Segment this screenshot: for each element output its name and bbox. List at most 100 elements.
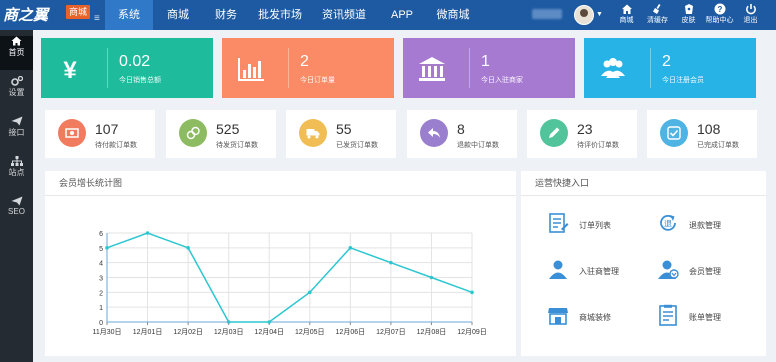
logo[interactable]: 商之翼 [3, 3, 61, 27]
order-label: 已完成订单数 [697, 142, 739, 149]
sidebar-item-home[interactable]: 首页 [0, 36, 33, 70]
data-point [186, 246, 190, 250]
reply-icon [428, 128, 440, 138]
quick-entry-bill[interactable]: 账单管理 [637, 294, 747, 340]
user-name-blurred[interactable] [532, 9, 562, 19]
order-icon-badge [660, 119, 688, 147]
member-icon [658, 260, 679, 279]
x-tick-label: 12月07日 [376, 328, 406, 336]
nav-tab-finance[interactable]: 财务 [203, 0, 249, 30]
sidebar-item-settings[interactable]: 设置 [0, 76, 33, 110]
nav-tab-app[interactable]: APP [377, 0, 427, 30]
users-icon [601, 58, 625, 78]
order-value: 107 [95, 121, 119, 137]
stat-card-merchants[interactable]: 1 今日入驻商家 [403, 38, 575, 98]
order-card-shipped[interactable]: 55 已发货订单数 [286, 110, 396, 158]
order-card-unpaid[interactable]: 107 待付款订单数 [45, 110, 155, 158]
paper-plane-icon [11, 116, 22, 126]
refund-icon: 退 [660, 214, 676, 231]
order-card-to-ship[interactable]: 525 待发货订单数 [166, 110, 276, 158]
order-card-refunding[interactable]: 8 退款中订单数 [407, 110, 517, 158]
y-tick-label: 2 [99, 290, 103, 297]
yen-icon: ¥ [63, 57, 77, 84]
stat-value: 1 [481, 53, 490, 70]
quick-entry-label: 会员管理 [689, 267, 721, 276]
sidebar-item-api[interactable]: 接口 [0, 116, 33, 150]
home-icon [621, 4, 632, 14]
stat-label: 今日入驻商家 [481, 77, 523, 84]
x-tick-label: 12月05日 [295, 328, 325, 336]
svg-text:?: ? [717, 5, 722, 14]
data-point [429, 275, 434, 280]
tool-skin[interactable]: 皮肤 [673, 0, 704, 30]
y-tick-label: 6 [99, 231, 103, 238]
menu-toggle-icon[interactable]: ≡ [94, 14, 102, 24]
nav-tab-wechat-mall[interactable]: 微商城 [427, 0, 479, 30]
order-value: 525 [216, 121, 240, 137]
panel-title: 会员增长统计图 [45, 171, 516, 196]
order-value: 23 [577, 121, 593, 137]
y-tick-label: 1 [99, 305, 103, 312]
data-point [105, 246, 109, 250]
nav-tab-system[interactable]: 系统 [105, 0, 153, 30]
bank-icon [419, 57, 445, 81]
quick-entry-merchant[interactable]: 入驻商管理 [527, 248, 637, 294]
tool-help[interactable]: ? 帮助中心 [704, 0, 735, 30]
tool-mall[interactable]: 商城 [611, 0, 642, 30]
x-tick-label: 11月30日 [92, 328, 121, 336]
order-card-completed[interactable]: 108 已完成订单数 [647, 110, 757, 158]
sidebar-item-sites[interactable]: 站点 [0, 156, 33, 190]
stat-card-sales[interactable]: ¥ 0.02 今日销售总额 [41, 38, 213, 98]
quick-entry-label: 订单列表 [579, 221, 611, 230]
quick-entry-refund[interactable]: 退 退款管理 [637, 202, 747, 248]
order-list-icon [549, 213, 569, 233]
order-label: 待发货订单数 [216, 142, 258, 149]
stat-card-members[interactable]: 2 今日注册会员 [584, 38, 756, 98]
tool-mall-label: 商城 [619, 17, 634, 24]
stat-value: 0.02 [119, 53, 151, 70]
main-content: ¥ 0.02 今日销售总额 2 今日订单量 1 今日入驻商家 2 今日注册会员 … [33, 30, 776, 362]
avatar[interactable] [574, 5, 594, 25]
growth-line-chart[interactable]: 0 1 2 3 4 5 6 11月30日 12月01日 12月02日 12月03日 12月04日 12月… [45, 196, 516, 356]
main-nav: 系统 商城 财务 批发市场 资讯频道 APP 微商城 [105, 0, 479, 30]
order-icon-badge [420, 119, 448, 147]
merchant-icon [549, 260, 567, 279]
chevron-down-icon[interactable]: ▼ [596, 11, 603, 18]
data-point [470, 290, 474, 295]
tool-logout[interactable]: 退出 [735, 0, 766, 30]
quick-entry-panel: 运营快捷入口 订单列表 退 退款管理 入驻商管理 会员管理 商城装修 账单管理 [521, 171, 766, 356]
coins-icon [186, 126, 200, 140]
nav-tab-news[interactable]: 资讯频道 [311, 0, 377, 30]
nav-tab-wholesale[interactable]: 批发市场 [249, 0, 311, 30]
pencil-icon [549, 127, 560, 138]
x-tick-label: 12月08日 [417, 328, 447, 336]
nav-tab-mall[interactable]: 商城 [153, 0, 203, 30]
truck-icon [306, 129, 320, 139]
data-point [348, 246, 353, 250]
stat-card-orders[interactable]: 2 今日订单量 [222, 38, 394, 98]
order-card-to-review[interactable]: 23 待评价订单数 [527, 110, 637, 158]
quick-entry-order-list[interactable]: 订单列表 [527, 202, 637, 248]
data-point [145, 231, 150, 235]
growth-chart-panel: 会员增长统计图 0 1 2 3 4 5 6 11月30日 12月01日 12月02日 12月03日 1… [45, 171, 516, 356]
bar-chart-icon [238, 58, 264, 81]
stat-label: 今日注册会员 [662, 77, 704, 84]
broom-icon [652, 4, 660, 14]
top-navbar: 商之翼 商城 ≡ 系统 商城 财务 批发市场 资讯频道 APP 微商城 ▼ 商城… [0, 0, 776, 30]
order-icon-badge [540, 119, 568, 147]
sidebar-item-seo[interactable]: SEO [0, 196, 33, 230]
bill-icon [659, 304, 677, 326]
divider [650, 48, 651, 88]
quick-entry-member[interactable]: 会员管理 [637, 248, 747, 294]
x-tick-label: 12月06日 [336, 328, 366, 336]
gears-icon [10, 76, 23, 86]
quick-entry-shop-decor[interactable]: 商城装修 [527, 294, 637, 340]
check-icon [667, 126, 681, 140]
send-icon [11, 196, 22, 206]
order-label: 待评价订单数 [577, 142, 619, 149]
data-point [389, 260, 393, 265]
stat-value: 2 [662, 53, 671, 70]
y-tick-label: 5 [99, 246, 103, 253]
data-point [307, 290, 312, 295]
tool-clear-cache[interactable]: 清缓存 [642, 0, 673, 30]
